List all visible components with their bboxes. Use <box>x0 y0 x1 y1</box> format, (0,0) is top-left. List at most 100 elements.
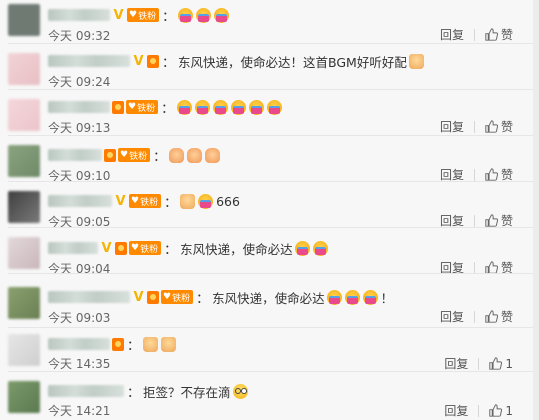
crown-icon <box>147 290 159 304</box>
crown-icon <box>147 54 159 68</box>
divider <box>473 168 475 181</box>
colon: ： <box>164 242 178 258</box>
reply-button[interactable]: 回复 <box>444 402 468 419</box>
comment-header: V ♥ 铁粉 ： 东风快递，使命必达 <box>48 239 329 258</box>
comment-header: V ♥ 铁粉 ： 666 <box>48 192 240 211</box>
thumbs-up-icon <box>485 310 498 323</box>
comment-actions: 回复 1 <box>444 402 513 419</box>
thumbs-up-emoji-icon <box>408 53 424 69</box>
fan-badge: ♥ 铁粉 <box>129 241 162 255</box>
like-button[interactable]: 赞 <box>485 308 513 325</box>
colon: ： <box>196 291 210 307</box>
like-button[interactable]: 赞 <box>485 118 513 135</box>
like-button[interactable]: 赞 <box>485 26 513 43</box>
comment-time: 今天 09:13 <box>48 121 111 135</box>
divider <box>473 28 475 41</box>
colon: ： <box>161 101 175 117</box>
mask-emoji-icon <box>231 99 247 115</box>
thumbs-up-icon <box>485 120 498 133</box>
comment-text: 666 <box>216 193 240 209</box>
comment-time: 今天 14:35 <box>48 357 111 371</box>
username[interactable] <box>48 385 124 397</box>
like-count: 1 <box>505 403 513 418</box>
avatar[interactable] <box>8 145 40 177</box>
mask-emoji-icon <box>294 240 310 256</box>
heart-icon: ♥ <box>131 243 140 253</box>
fan-badge-label: 铁粉 <box>172 293 191 304</box>
clap-emoji-icon <box>187 147 203 163</box>
avatar[interactable] <box>8 287 40 319</box>
comment-item: V ♥ 铁粉 ： 今天 09:32 回复 赞 <box>0 0 533 44</box>
thumbs-up-emoji-icon <box>143 336 159 352</box>
comment-actions: 回复 赞 <box>440 118 513 135</box>
like-button[interactable]: 1 <box>489 357 513 371</box>
comment-item: V ： 东风快递，使命必达！这首BGM好听好配 今天 09:24 回复 赞 <box>0 44 533 90</box>
comment-header: ： 拒签？不存在滴 <box>48 382 249 401</box>
mask-emoji-icon <box>267 99 283 115</box>
reply-button[interactable]: 回复 <box>440 26 464 43</box>
verified-icon: V <box>101 240 112 256</box>
fan-badge-label: 铁粉 <box>140 197 159 208</box>
username[interactable] <box>48 338 110 350</box>
username[interactable] <box>48 291 130 303</box>
username[interactable] <box>48 101 110 113</box>
mask-emoji-icon <box>178 7 194 23</box>
username[interactable] <box>48 55 130 67</box>
mask-emoji-icon <box>177 99 193 115</box>
comment-actions: 回复 1 <box>444 355 513 372</box>
comment-actions: 回复 赞 <box>440 308 513 325</box>
mask-emoji-icon <box>249 99 265 115</box>
comment-actions: 回复 赞 <box>440 26 513 43</box>
comment-header: ： <box>48 335 177 354</box>
divider <box>473 310 475 323</box>
reply-button[interactable]: 回复 <box>440 308 464 325</box>
avatar[interactable] <box>8 99 40 131</box>
mask-emoji-icon <box>362 289 378 305</box>
like-label: 赞 <box>500 310 513 324</box>
clap-emoji-icon <box>169 147 185 163</box>
divider <box>473 214 475 227</box>
comment-suffix: ！ <box>380 290 394 306</box>
comment-item: V ♥ 铁粉 ： 东风快递，使命必达 ！ 今天 09:03 回复 赞 <box>0 274 533 328</box>
avatar[interactable] <box>8 381 40 413</box>
heart-icon: ♥ <box>128 102 137 112</box>
mask-emoji-icon <box>344 289 360 305</box>
colon: ： <box>162 9 176 25</box>
scrollbar-track[interactable] <box>533 0 539 420</box>
comment-header: V ♥ 铁粉 ： 东风快递，使命必达 ！ <box>48 288 394 307</box>
like-button[interactable]: 1 <box>489 404 513 418</box>
avatar[interactable] <box>8 237 40 269</box>
avatar[interactable] <box>8 191 40 223</box>
username[interactable] <box>48 149 102 161</box>
crown-icon <box>112 337 124 351</box>
username[interactable] <box>48 195 112 207</box>
username[interactable] <box>48 9 110 21</box>
like-count: 1 <box>505 356 513 371</box>
fan-badge: ♥ 铁粉 <box>161 290 194 304</box>
colon: ： <box>153 149 167 165</box>
avatar[interactable] <box>8 334 40 366</box>
fan-badge-label: 铁粉 <box>137 103 156 114</box>
crown-icon <box>115 241 127 255</box>
avatar[interactable] <box>8 4 40 36</box>
glasses-emoji-icon <box>232 383 248 399</box>
reply-button[interactable]: 回复 <box>444 355 468 372</box>
divider <box>478 404 480 417</box>
comment-header: ♥ 铁粉 ： <box>48 98 283 117</box>
colon: ： <box>127 338 141 354</box>
username[interactable] <box>48 242 98 254</box>
reply-button[interactable]: 回复 <box>440 118 464 135</box>
verified-icon: V <box>115 193 126 209</box>
comment-header: V ♥ 铁粉 ： <box>48 6 230 25</box>
colon: ： <box>162 55 176 71</box>
comment-item: ： 今天 14:35 回复 1 <box>0 328 533 372</box>
avatar[interactable] <box>8 53 40 85</box>
thumbs-up-icon <box>489 404 503 417</box>
thumbs-up-icon <box>489 357 503 370</box>
thumbs-up-emoji-icon <box>161 336 177 352</box>
fan-badge-label: 铁粉 <box>138 11 157 22</box>
fan-badge-label: 铁粉 <box>140 244 159 255</box>
crown-icon <box>112 100 124 114</box>
colon: ： <box>164 195 178 211</box>
heart-icon: ♥ <box>120 150 129 160</box>
